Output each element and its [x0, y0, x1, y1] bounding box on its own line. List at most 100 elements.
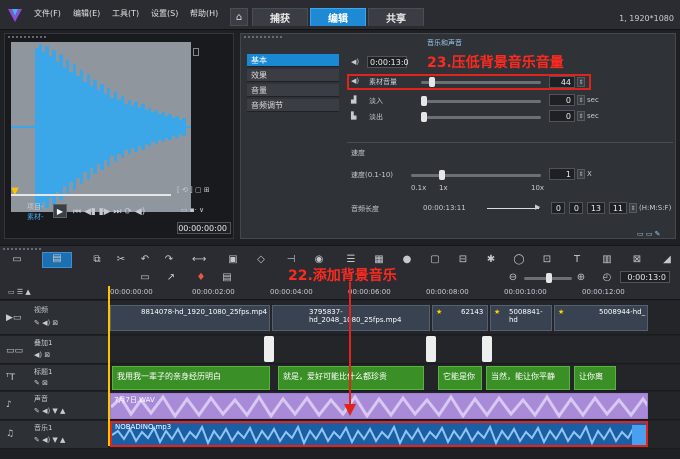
clip-label[interactable]: 素材-	[27, 212, 44, 222]
length-hours[interactable]: 0	[551, 202, 565, 214]
overlay-clip-3[interactable]	[482, 336, 492, 362]
speed-slider[interactable]	[411, 174, 541, 177]
toolbar-icon-11[interactable]: ✱	[484, 254, 498, 266]
track-header-voice[interactable]: ♪ 声音 ✎ ◀) ▼ ▲	[0, 392, 108, 420]
title-clip-1[interactable]: 我用我一辈子的亲身经历明白	[112, 366, 270, 390]
project-label[interactable]: 项目-	[27, 202, 44, 212]
clock-icon[interactable]: ◴	[600, 272, 614, 284]
video-clip-1[interactable]: 8814078-hd_1920_1080_25fps.mp4	[110, 305, 270, 331]
clip-volume-knob[interactable]	[429, 77, 435, 87]
track-header-video[interactable]: ▶▭ 视频 ✎ ◀) ⊠	[0, 301, 108, 335]
toolbar-icon-16[interactable]: ◢	[660, 254, 674, 266]
tab-edit[interactable]: 编辑	[310, 8, 366, 26]
toolbar-icon-17[interactable]: ▭	[138, 272, 152, 284]
length-frames[interactable]: 11	[609, 202, 627, 214]
preview-timecode[interactable]: 00:00:00:00	[177, 222, 231, 234]
toolbar-icon-3[interactable]: ◇	[254, 254, 268, 266]
clip-volume-slider[interactable]	[421, 81, 541, 84]
tab-share[interactable]: 共享	[368, 8, 424, 26]
toolbar-icon-1[interactable]: ⧉	[90, 254, 104, 266]
toolbar-icon-9[interactable]: ▢	[428, 254, 442, 266]
track-header-title[interactable]: ᵀT 标题1 ✎ ⊠	[0, 365, 108, 391]
toolbar-icon-14[interactable]: ▥	[600, 254, 614, 266]
fade-in-knob[interactable]	[421, 96, 427, 106]
track-manager-icon[interactable]: ▭ ☰ ▲	[8, 288, 31, 296]
drag-handle[interactable]	[243, 35, 283, 39]
redo-icon[interactable]: ↷	[162, 254, 176, 266]
panel-footer-icons[interactable]: ▭ ▭ ✎	[637, 230, 661, 238]
toolbar-icon-13[interactable]: ⊡	[540, 254, 554, 266]
play-button[interactable]: ▶	[53, 204, 67, 218]
undo-icon[interactable]: ↶	[138, 254, 152, 266]
menu-settings[interactable]: 设置(S)	[151, 8, 178, 19]
track-controls-icon[interactable]: ◀) ⊠	[34, 351, 50, 359]
menu-file[interactable]: 文件(F)	[34, 8, 61, 19]
zoom-knob[interactable]	[546, 273, 552, 283]
category-audio-adjust[interactable]: 音频调节	[247, 99, 339, 112]
timeline-playhead[interactable]	[108, 286, 110, 446]
track-controls-icon[interactable]: ✎ ◀) ▼ ▲	[34, 436, 65, 444]
fade-out-spinner[interactable]: ⇕	[577, 111, 585, 121]
trim-markers-icon[interactable]: [ ⟲ ] ▢ ⊞	[177, 186, 210, 194]
zoom-timecode[interactable]: 0:00:13:0	[620, 271, 670, 283]
fade-in-slider[interactable]	[421, 100, 541, 103]
timeline-view-icon[interactable]: ▤	[42, 252, 72, 268]
scissors-icon[interactable]: ✂	[114, 254, 128, 266]
fade-out-knob[interactable]	[421, 112, 427, 122]
zoom-icon[interactable]	[193, 48, 199, 56]
toolbar-icon-15[interactable]: ⊠	[630, 254, 644, 266]
category-volume[interactable]: 音量	[247, 84, 339, 97]
toolbar-icon-18[interactable]: ↗	[164, 272, 178, 284]
category-effect[interactable]: 效果	[247, 69, 339, 82]
music-clip[interactable]: NOBADINO.mp3	[110, 421, 648, 447]
speed-input[interactable]: 1	[549, 168, 575, 180]
transport-controls-icon[interactable]: ⏮ ◀▮ ▮▶ ⏭ ⟳ ◀)	[73, 207, 145, 217]
zoom-in-icon[interactable]: ⊕	[574, 272, 588, 284]
title-clip-3[interactable]: 它能是你	[438, 366, 482, 390]
fade-out-input[interactable]: 0	[549, 110, 575, 122]
tab-capture[interactable]: 捕获	[252, 8, 308, 26]
overlay-clip-1[interactable]	[264, 336, 274, 362]
duration-field[interactable]: 0:00:13:0	[367, 56, 409, 68]
fit-icon[interactable]: ⟷	[192, 254, 206, 266]
length-seconds[interactable]: 13	[587, 202, 605, 214]
zoom-out-icon[interactable]: ⊖	[506, 272, 520, 284]
home-icon[interactable]: ⌂	[230, 8, 248, 26]
toolbar-icon-10[interactable]: ⊟	[456, 254, 470, 266]
category-basic[interactable]: 基本	[247, 54, 339, 67]
length-minutes[interactable]: 0	[569, 202, 583, 214]
toolbar-icon-2[interactable]: ▣	[226, 254, 240, 266]
track-controls-icon[interactable]: ✎ ◀) ▼ ▲	[34, 407, 65, 415]
track-controls-icon[interactable]: ✎ ◀) ⊠	[34, 319, 58, 327]
drag-handle[interactable]	[7, 35, 47, 39]
speed-knob[interactable]	[439, 170, 445, 180]
menu-edit[interactable]: 编辑(E)	[73, 8, 100, 19]
microphone-icon[interactable]: ♦	[194, 272, 208, 284]
voice-clip[interactable]: 7月7日.WAV	[110, 393, 648, 419]
fade-in-input[interactable]: 0	[549, 94, 575, 106]
fade-out-slider[interactable]	[421, 116, 541, 119]
title-clip-4[interactable]: 当然，能让你平静	[486, 366, 570, 390]
preview-scrubber[interactable]	[11, 194, 171, 196]
speed-spinner[interactable]: ⇕	[577, 169, 585, 179]
overlay-clip-2[interactable]	[426, 336, 436, 362]
storyboard-view-icon[interactable]: ▭	[10, 254, 24, 266]
length-spinner[interactable]: ⇕	[629, 203, 637, 213]
menu-help[interactable]: 帮助(H)	[190, 8, 218, 19]
clip-volume-input[interactable]: 44	[549, 76, 575, 88]
fade-in-spinner[interactable]: ⇕	[577, 95, 585, 105]
video-clip-3[interactable]: ★ 62143	[432, 305, 488, 331]
track-header-music[interactable]: ♫ 音乐1 ✎ ◀) ▼ ▲	[0, 421, 108, 449]
track-controls-icon[interactable]: ✎ ⊠	[34, 379, 48, 387]
track-header-overlay[interactable]: ▭▭ 叠加1 ◀) ⊠	[0, 336, 108, 364]
video-clip-4[interactable]: ★ 5008841-hd	[490, 305, 552, 331]
text-icon[interactable]: T	[570, 254, 584, 266]
toolbar-icon-8[interactable]: ●	[400, 254, 414, 266]
title-clip-5[interactable]: 让你离	[574, 366, 616, 390]
clip-volume-spinner[interactable]: ⇕	[577, 77, 585, 87]
toolbar-icon-19[interactable]: ▤	[220, 272, 234, 284]
toolbar-icon-12[interactable]: ◯	[512, 254, 526, 266]
menu-tools[interactable]: 工具(T)	[112, 8, 139, 19]
drag-handle[interactable]	[2, 247, 42, 251]
format-icons[interactable]: ▭ ▪· ∨	[181, 206, 204, 214]
